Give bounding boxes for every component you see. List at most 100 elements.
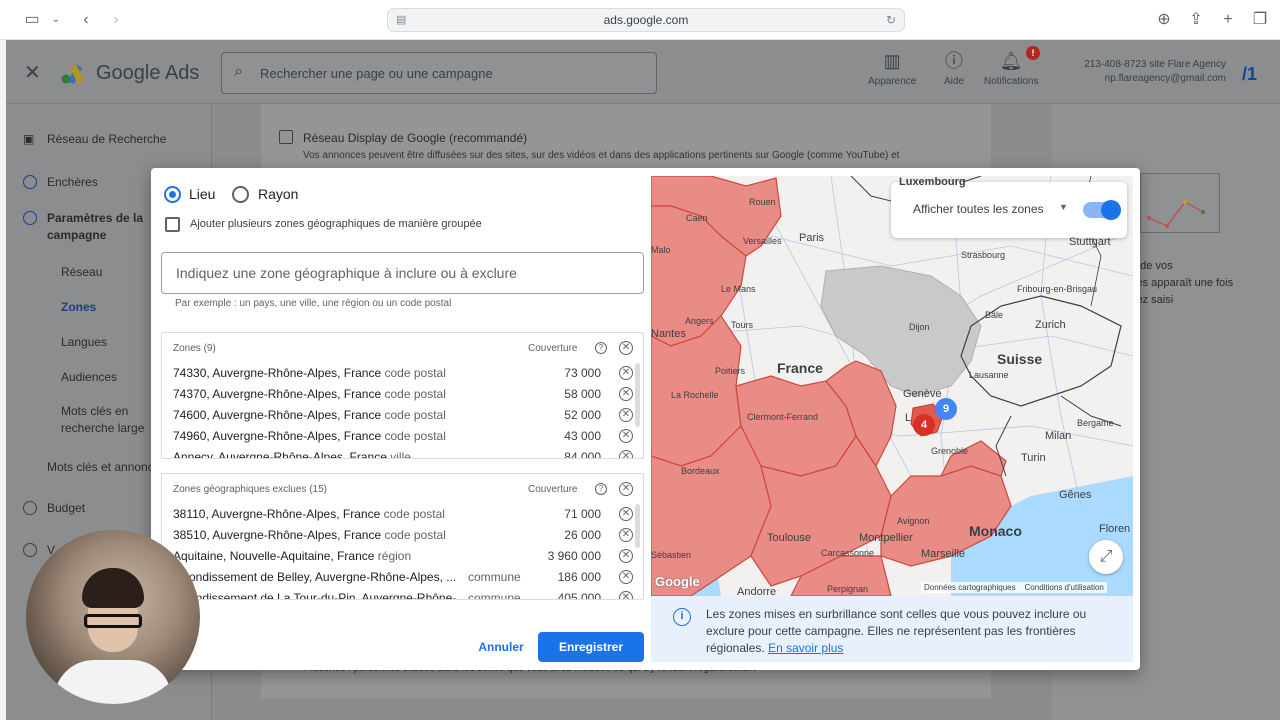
remove-location-icon[interactable]: ✕ (619, 387, 633, 401)
map-label: Poitiers (715, 366, 746, 376)
help-button[interactable]: ⓘ Aide (944, 50, 964, 87)
url-text: ads.google.com (603, 13, 689, 27)
sidebar-item-budget[interactable]: Budget (23, 500, 85, 517)
show-all-zones-toggle[interactable] (1083, 200, 1121, 220)
remove-all-excluded-icon[interactable]: ✕ (619, 482, 633, 496)
remove-location-icon[interactable]: ✕ (619, 429, 633, 443)
sidebar-item-audiences[interactable]: Audiences (61, 369, 117, 386)
page-settings-icon[interactable]: ▤ (396, 9, 406, 31)
location-name: Arrondissement de La Tour-du-Pin, Auverg… (173, 591, 458, 600)
location-radio-label[interactable]: Lieu (189, 186, 215, 202)
map-label: Floren (1099, 523, 1131, 535)
map-label: Montpellier (859, 532, 913, 544)
excluded-count-label: Zones géographiques exclues (15) (173, 484, 327, 495)
remove-location-icon[interactable]: ✕ (619, 408, 633, 422)
excluded-list-scrollbar[interactable] (635, 504, 640, 548)
map-terms-link[interactable]: Conditions d'utilisation (1025, 583, 1104, 592)
location-search-field[interactable] (161, 252, 644, 294)
coverage-value: 73 000 (564, 366, 601, 380)
excluded-zones-cluster[interactable]: 4 (913, 414, 935, 436)
status-circle-icon (23, 211, 37, 225)
location-name: 74960, Auvergne-Rhône-Alpes, France (173, 429, 382, 443)
map-label: Dijon (909, 322, 930, 332)
show-all-zones-control[interactable]: Afficher toutes les zones ▼ (891, 182, 1127, 238)
google-ads-logo-icon (61, 64, 84, 84)
radius-radio[interactable] (232, 186, 249, 203)
sidebar-item-campaign-settings[interactable]: Paramètres de la campagne (23, 210, 157, 244)
sidebar-item-keywords-ads[interactable]: Mots clés et annonces (47, 459, 157, 476)
browser-toolbar: ▭ ⌄ ‹ › ▤ ads.google.com ↻ ⊕ ⇪ + ❐ (0, 0, 1280, 40)
learn-more-link[interactable]: En savoir plus (768, 641, 843, 655)
check-circle-icon (23, 175, 37, 189)
bulk-locations-label[interactable]: Ajouter plusieurs zones géographiques de… (190, 218, 482, 230)
account-info[interactable]: 213-408-8723 site Flare Agency np.flarea… (1072, 58, 1226, 86)
location-search-hint: Par exemple : un pays, une ville, une ré… (175, 298, 452, 309)
sidebar-item-broad-keywords[interactable]: Mots clés en recherche large (61, 403, 151, 437)
included-list-scrollbar[interactable] (635, 363, 640, 427)
status-circle-icon (23, 543, 37, 557)
sidebar-item-bidding[interactable]: Enchères (23, 174, 98, 191)
radius-radio-label[interactable]: Rayon (258, 186, 298, 202)
reload-icon[interactable]: ↻ (886, 9, 896, 31)
account-avatar[interactable]: /1 (1242, 64, 1262, 84)
coverage-value: 26 000 (564, 528, 601, 542)
sidebar-item-zones[interactable]: Zones (61, 299, 96, 316)
fullscreen-icon[interactable]: ⤢ (1089, 540, 1123, 574)
sidebar-item-languages[interactable]: Langues (61, 334, 107, 351)
sidebar-item-label: Réseau de Recherche (47, 132, 167, 146)
share-icon[interactable]: ⇪ (1186, 10, 1206, 30)
new-tab-icon[interactable]: + (1218, 10, 1238, 30)
remove-location-icon[interactable]: ✕ (619, 507, 633, 521)
status-circle-icon (23, 501, 37, 515)
back-icon[interactable]: ‹ (76, 10, 96, 30)
save-button[interactable]: Enregistrer (538, 632, 644, 662)
included-locations-list: Zones (9) Couverture ? ✕ 74330, Auvergne… (161, 332, 644, 459)
tabs-overview-icon[interactable]: ❐ (1250, 10, 1270, 30)
included-zones-cluster[interactable]: 9 (935, 398, 957, 420)
address-bar[interactable]: ▤ ads.google.com ↻ (387, 8, 905, 32)
remove-location-icon[interactable]: ✕ (619, 366, 633, 380)
sidebar-item-search-network[interactable]: ▣ Réseau de Recherche (23, 131, 167, 148)
cancel-button[interactable]: Annuler (471, 632, 531, 662)
map-label: Angers (685, 316, 714, 326)
sidebar-item-network[interactable]: Réseau (61, 264, 102, 281)
chevron-down-icon[interactable]: ⌄ (46, 10, 66, 30)
map-label: Turin (1021, 452, 1046, 464)
notification-badge: ! (1026, 46, 1040, 60)
forward-icon[interactable]: › (106, 10, 126, 30)
appearance-button[interactable]: ▥ Apparence (868, 50, 916, 87)
help-icon[interactable]: ? (595, 483, 607, 495)
right-panel-text: n de vos ces apparaît une fois vez saisi (1131, 258, 1233, 309)
download-icon[interactable]: ⊕ (1154, 10, 1174, 30)
remove-location-icon[interactable]: ✕ (619, 450, 633, 458)
map-label: Rouen (749, 197, 776, 207)
display-network-description: Vos annonces peuvent être diffusées sur … (303, 150, 900, 161)
map-label: Toulouse (767, 532, 812, 544)
map-label: Stuttgart (1069, 236, 1111, 248)
remove-location-icon[interactable]: ✕ (619, 528, 633, 542)
location-name: 38510, Auvergne-Rhône-Alpes, France (173, 528, 382, 542)
location-map[interactable]: Afficher toutes les zones ▼ Luxembourg R… (651, 176, 1133, 596)
remove-all-included-icon[interactable]: ✕ (619, 341, 633, 355)
close-icon[interactable]: ✕ (24, 60, 41, 85)
location-type: code postal (384, 528, 446, 542)
display-network-checkbox[interactable] (279, 130, 293, 144)
remove-location-icon[interactable]: ✕ (619, 549, 633, 563)
sidebar-toggle-icon[interactable]: ▭ (22, 10, 42, 30)
help-icon[interactable]: ? (595, 342, 607, 354)
coverage-column-header: Couverture (528, 484, 578, 495)
location-name: Arrondissement de Belley, Auvergne-Rhône… (173, 570, 457, 584)
location-search-input[interactable] (176, 262, 626, 284)
remove-location-icon[interactable]: ✕ (619, 570, 633, 584)
remove-location-icon[interactable]: ✕ (619, 591, 633, 599)
location-type: ville (390, 450, 411, 459)
map-label: Carcassonne (821, 548, 875, 558)
location-type: code postal (384, 366, 446, 380)
show-all-zones-label: Afficher toutes les zones (913, 202, 1044, 216)
chevron-down-icon[interactable]: ▼ (1059, 202, 1068, 212)
bulk-locations-checkbox[interactable] (165, 217, 180, 232)
coverage-value: 3 960 000 (547, 549, 601, 563)
map-data-link[interactable]: Données cartographiques (924, 583, 1016, 592)
search-input[interactable]: ⌕ Rechercher une page ou une campagne (221, 52, 657, 94)
location-radio[interactable] (164, 186, 181, 203)
